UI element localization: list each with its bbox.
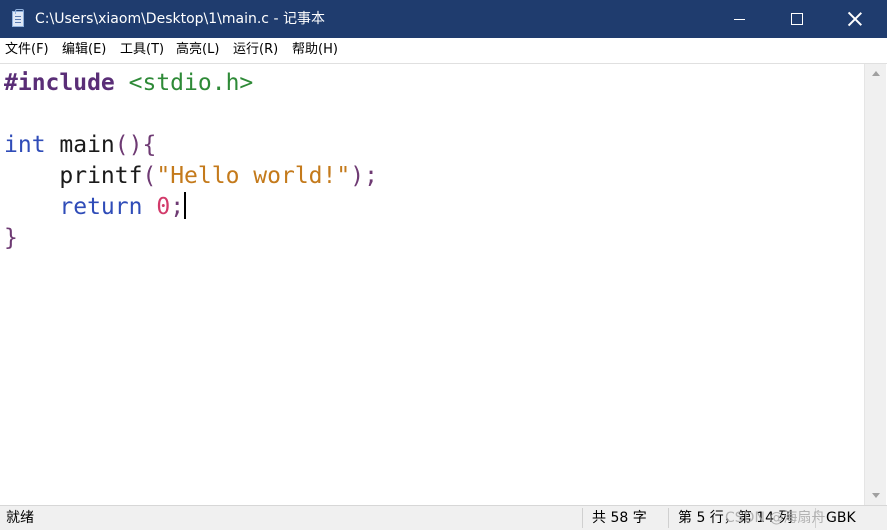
code-token-bracket: ; bbox=[170, 194, 185, 220]
close-button[interactable] bbox=[832, 0, 878, 38]
status-bar: 就绪 共 58 字 第 5 行，第 14 列 GBK CSDN @海扇舟 bbox=[0, 505, 887, 530]
menu-bar: 文件(F) 编辑(E) 工具(T) 高亮(L) 运行(R) 帮助(H) bbox=[0, 38, 887, 64]
menu-highlight[interactable]: 高亮(L) bbox=[176, 41, 219, 59]
maximize-button[interactable] bbox=[774, 0, 820, 38]
code-token-plain: printf bbox=[4, 163, 143, 189]
code-line[interactable]: int main(){ bbox=[4, 130, 156, 161]
watermark: CSDN @海扇舟 bbox=[725, 510, 826, 526]
code-token-include-path: <stdio.h> bbox=[128, 70, 254, 96]
code-token-bracket: (){ bbox=[114, 132, 157, 158]
code-token-number: 0 bbox=[156, 194, 171, 220]
encoding-label: GBK bbox=[826, 510, 856, 526]
status-divider bbox=[582, 508, 583, 528]
code-line[interactable]: } bbox=[4, 223, 18, 254]
close-icon bbox=[848, 12, 862, 26]
code-editor[interactable]: #include <stdio.h> int main(){ printf("He… bbox=[1, 64, 864, 505]
code-token-string: "Hello world!" bbox=[156, 163, 351, 189]
menu-tools[interactable]: 工具(T) bbox=[120, 41, 164, 59]
code-line[interactable]: return 0; bbox=[4, 192, 186, 223]
minimize-icon bbox=[733, 18, 745, 20]
code-token-keyword: return bbox=[4, 194, 143, 220]
text-caret bbox=[184, 192, 186, 219]
code-token-bracket: } bbox=[4, 225, 18, 251]
status-text: 就绪 bbox=[6, 510, 34, 526]
notepad-icon bbox=[12, 9, 24, 27]
scroll-down-icon[interactable] bbox=[872, 493, 880, 498]
menu-help[interactable]: 帮助(H) bbox=[292, 41, 338, 59]
code-token-bracket: ( bbox=[142, 163, 157, 189]
vertical-scrollbar[interactable] bbox=[864, 64, 886, 505]
scroll-up-icon[interactable] bbox=[872, 71, 880, 76]
maximize-icon bbox=[791, 13, 803, 25]
code-token-bracket: ); bbox=[350, 163, 378, 189]
char-count: 共 58 字 bbox=[592, 510, 647, 526]
window-title: C:\Users\xiaom\Desktop\1\main.c - 记事本 bbox=[35, 11, 325, 27]
title-bar[interactable]: C:\Users\xiaom\Desktop\1\main.c - 记事本 bbox=[0, 0, 887, 38]
code-line[interactable]: #include <stdio.h> bbox=[4, 68, 253, 99]
minimize-button[interactable] bbox=[716, 0, 762, 38]
code-token-type: int bbox=[4, 132, 46, 158]
menu-file[interactable]: 文件(F) bbox=[5, 41, 49, 59]
menu-edit[interactable]: 编辑(E) bbox=[62, 41, 106, 59]
menu-run[interactable]: 运行(R) bbox=[233, 41, 278, 59]
code-token-preprocessor: #include bbox=[4, 70, 115, 96]
code-token-plain: main bbox=[45, 132, 115, 158]
code-line[interactable]: printf("Hello world!"); bbox=[4, 161, 378, 192]
status-divider bbox=[668, 508, 669, 528]
